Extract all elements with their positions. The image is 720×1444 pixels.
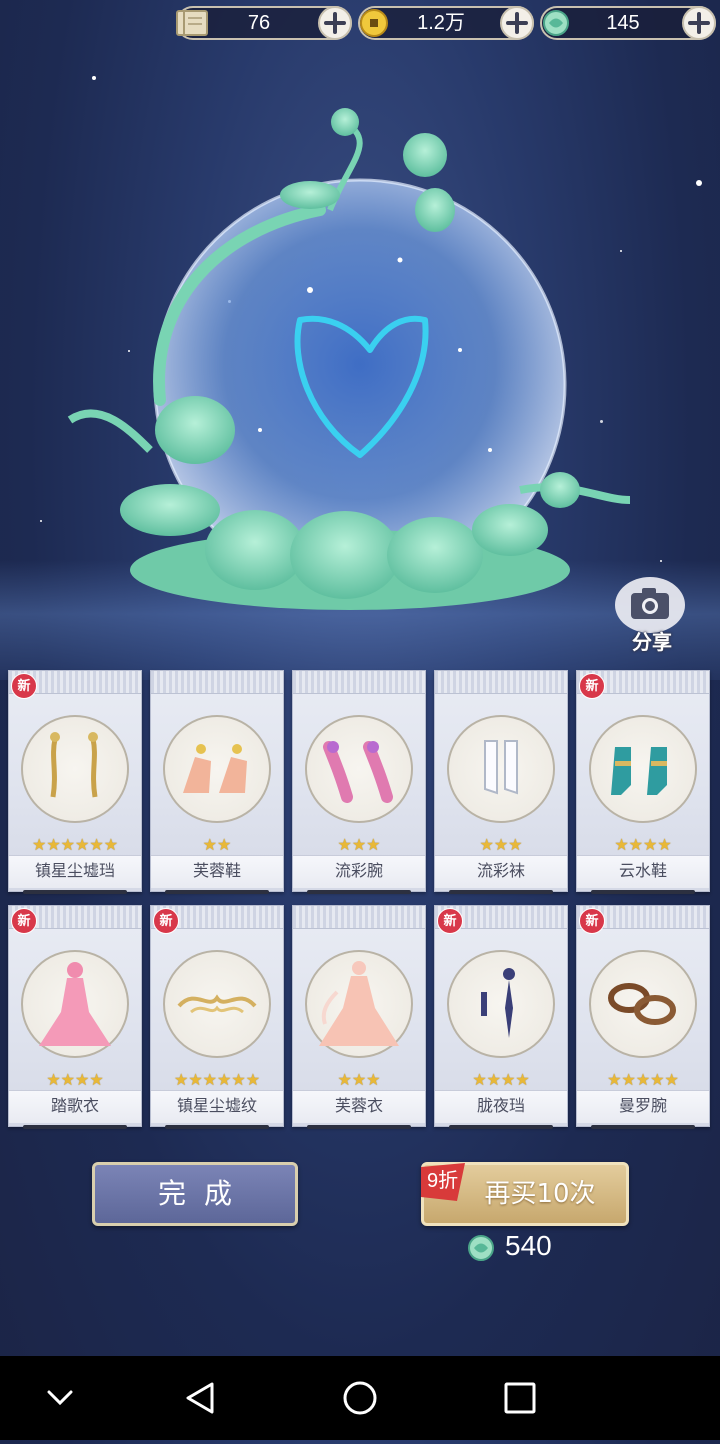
item-name: 镇星尘墟珰 bbox=[34, 861, 115, 880]
rarity-stars: ★★★ bbox=[479, 835, 523, 854]
pink-bracelet-icon bbox=[323, 741, 393, 803]
item-name: 流彩袜 bbox=[476, 861, 525, 880]
share-label: 分享 bbox=[632, 630, 672, 654]
jade-stone-icon bbox=[543, 10, 569, 36]
bronze-bangles-icon bbox=[608, 983, 676, 1025]
item-card[interactable]: ★★★ 芙蓉衣 bbox=[292, 905, 426, 1129]
gold-ornament-icon bbox=[177, 994, 257, 1014]
add-tickets-button[interactable] bbox=[318, 6, 352, 40]
item-card[interactable]: ★★★ 流彩腕 bbox=[292, 670, 426, 894]
currency-value: 76 bbox=[247, 12, 271, 34]
back-triangle-icon[interactable] bbox=[186, 1382, 214, 1414]
ticket-scroll-icon bbox=[176, 10, 208, 36]
item-name: 踏歌衣 bbox=[50, 1096, 99, 1115]
done-label: 完成 bbox=[157, 1177, 250, 1210]
done-button[interactable]: 完成 bbox=[92, 1162, 298, 1226]
pink-dress-icon bbox=[39, 962, 111, 1046]
item-card[interactable]: ★★ 芙蓉鞋 bbox=[150, 670, 284, 894]
item-card[interactable]: ★★★★★★ 镇星尘墟珰 新 bbox=[8, 670, 142, 894]
discount-badge: 9折 bbox=[421, 1163, 465, 1201]
recents-square-icon[interactable] bbox=[504, 1382, 536, 1414]
new-badge: 新 bbox=[11, 673, 37, 699]
plus-icon bbox=[506, 12, 528, 34]
jade-stone-icon bbox=[468, 1235, 494, 1261]
new-badge: 新 bbox=[579, 673, 605, 699]
share-button[interactable] bbox=[615, 577, 685, 633]
gold-earrings-icon bbox=[50, 732, 98, 798]
gold-coin-icon bbox=[360, 9, 388, 37]
plus-icon bbox=[688, 12, 710, 34]
currency-tickets: 76 bbox=[176, 6, 352, 40]
rarity-stars: ★★★★★★ bbox=[31, 835, 119, 854]
jade-lotus-orb-illustration bbox=[67, 108, 631, 610]
new-badge: 新 bbox=[437, 908, 463, 934]
item-card[interactable]: ★★★★ 云水鞋 新 bbox=[576, 670, 710, 894]
buy-again-label: 再买10次 bbox=[484, 1179, 596, 1209]
item-name: 胧夜珰 bbox=[476, 1096, 525, 1115]
rarity-stars: ★★★★★★ bbox=[173, 1070, 261, 1089]
item-card[interactable]: ★★★★★★ 镇星尘墟纹 新 bbox=[150, 905, 284, 1129]
rarity-stars: ★★★ bbox=[337, 835, 381, 854]
currency-jade: 145 bbox=[540, 6, 716, 40]
add-coins-button[interactable] bbox=[500, 6, 534, 40]
rarity-stars: ★★★★ bbox=[614, 835, 672, 854]
system-nav-bar bbox=[0, 1356, 720, 1440]
price-value: 540 bbox=[505, 1230, 552, 1261]
rarity-stars: ★★★ bbox=[337, 1070, 381, 1089]
item-name: 镇星尘墟纹 bbox=[176, 1096, 257, 1115]
peach-gown-icon bbox=[319, 961, 399, 1046]
currency-value: 1.2万 bbox=[417, 12, 465, 34]
teal-boots-icon bbox=[611, 747, 667, 795]
new-badge: 新 bbox=[153, 908, 179, 934]
new-badge: 新 bbox=[579, 908, 605, 934]
item-card[interactable]: ★★★ 流彩袜 bbox=[434, 670, 568, 894]
item-name: 云水鞋 bbox=[618, 861, 667, 880]
home-circle-icon[interactable] bbox=[343, 1381, 377, 1415]
item-name: 芙蓉鞋 bbox=[192, 861, 241, 880]
chevron-down-icon[interactable] bbox=[47, 1390, 73, 1406]
rarity-stars: ★★★★★ bbox=[607, 1070, 679, 1089]
discount-label: 9折 bbox=[427, 1170, 459, 1192]
add-jade-button[interactable] bbox=[682, 6, 716, 40]
white-socks-icon bbox=[484, 740, 518, 795]
item-name: 芙蓉衣 bbox=[334, 1096, 383, 1115]
camera-icon bbox=[631, 588, 669, 619]
peach-shoes-icon bbox=[183, 744, 247, 793]
item-card[interactable]: ★★★★ 胧夜珰 新 bbox=[434, 905, 568, 1129]
item-card[interactable]: ★★★★★ 曼罗腕 新 bbox=[576, 905, 710, 1129]
plus-icon bbox=[324, 12, 346, 34]
item-name: 流彩腕 bbox=[334, 861, 383, 880]
currency-value: 145 bbox=[606, 12, 640, 34]
item-card[interactable]: ★★★★ 踏歌衣 新 bbox=[8, 905, 142, 1129]
currency-coins: 1.2万 bbox=[358, 6, 534, 40]
item-name: 曼罗腕 bbox=[618, 1096, 667, 1115]
navy-earrings-icon bbox=[481, 968, 515, 1038]
rarity-stars: ★★★★ bbox=[46, 1070, 104, 1089]
new-badge: 新 bbox=[11, 908, 37, 934]
rarity-stars: ★★★★ bbox=[472, 1070, 530, 1089]
rarity-stars: ★★ bbox=[202, 835, 232, 854]
